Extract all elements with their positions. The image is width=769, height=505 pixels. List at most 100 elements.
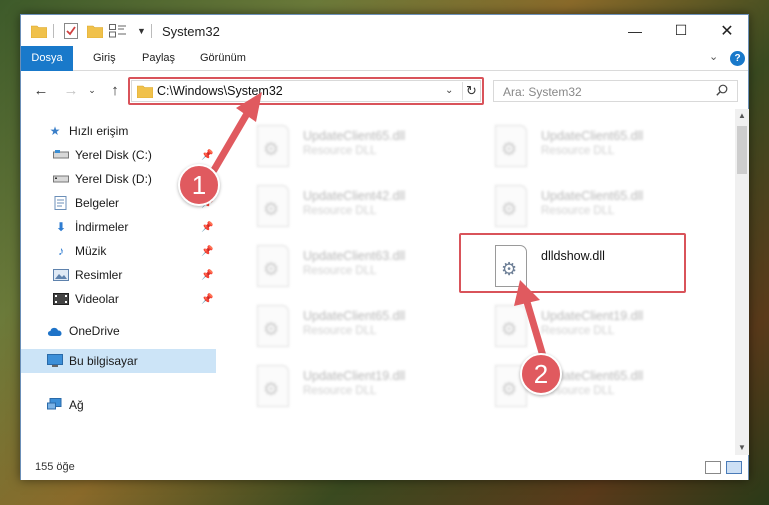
up-arrow-icon[interactable]: ↑ bbox=[105, 80, 125, 100]
item-count: 155 öğe bbox=[35, 461, 75, 473]
dll-file-icon: ⚙ bbox=[495, 305, 527, 347]
chevron-down-icon[interactable]: ⌄ bbox=[445, 85, 453, 96]
file-name: UpdateClient65.dll bbox=[541, 129, 644, 143]
tab-paylas[interactable]: Paylaş bbox=[142, 46, 175, 71]
dll-file-icon: ⚙ bbox=[257, 125, 289, 167]
customize-toolbar-icon[interactable]: ▼ bbox=[137, 23, 146, 39]
sidebar-item-quick-access[interactable]: ★ Hızlı erişim bbox=[21, 119, 216, 143]
search-box[interactable]: Ara: System32 bbox=[493, 80, 738, 102]
file-tile[interactable]: ⚙ UpdateClient65.dll Resource DLL bbox=[251, 299, 481, 355]
details-view-icon[interactable] bbox=[705, 461, 721, 474]
sidebar-item-label: Yerel Disk (C:) bbox=[75, 148, 152, 162]
gear-icon: ⚙ bbox=[501, 139, 518, 159]
file-tile[interactable]: ⚙ UpdateClient42.dll Resource DLL bbox=[251, 179, 481, 235]
file-tile[interactable]: ⚙ UpdateClient65.dll Resource DLL bbox=[489, 119, 719, 175]
file-name: UpdateClient65.dll bbox=[303, 309, 406, 323]
toolbar-separator bbox=[53, 24, 54, 38]
gear-icon: ⚙ bbox=[263, 379, 280, 399]
scroll-down-icon[interactable]: ▼ bbox=[735, 441, 749, 455]
file-name: UpdateClient65.dll bbox=[541, 189, 644, 203]
sidebar-item-onedrive[interactable]: OneDrive bbox=[21, 319, 216, 343]
file-tile[interactable]: ⚙ UpdateClient19.dll Resource DLL bbox=[489, 299, 719, 355]
tab-gorunum[interactable]: Görünüm bbox=[200, 46, 246, 71]
title-bar: ▼ System32 — ☐ ✕ bbox=[21, 15, 748, 46]
file-tile[interactable]: ⚙ UpdateClient65.dll Resource DLL bbox=[489, 179, 719, 235]
tab-dosya[interactable]: Dosya bbox=[21, 46, 73, 71]
search-input[interactable]: Ara: System32 bbox=[503, 85, 582, 99]
view-options-icon[interactable] bbox=[109, 23, 127, 39]
gear-icon: ⚙ bbox=[501, 379, 518, 399]
large-icons-view-icon[interactable] bbox=[726, 461, 742, 474]
file-type: Resource DLL bbox=[303, 265, 377, 277]
gear-icon: ⚙ bbox=[501, 259, 518, 279]
dll-file-icon: ⚙ bbox=[495, 125, 527, 167]
folder-icon[interactable] bbox=[31, 23, 47, 39]
file-name: UpdateClient19.dll bbox=[303, 369, 406, 383]
file-tile-dlldshow[interactable]: ⚙ dlldshow.dll bbox=[489, 239, 719, 295]
sidebar-item-resimler[interactable]: Resimler 📌 bbox=[21, 263, 216, 287]
address-row: ← → ⌄ ↑ C:\Windows\System32 ⌄ ↻ Ara: Sys… bbox=[21, 72, 748, 108]
sidebar-item-label: İndirmeler bbox=[75, 220, 129, 234]
refresh-icon[interactable]: ↻ bbox=[462, 82, 480, 100]
toolbar-separator bbox=[151, 24, 152, 38]
sidebar-item-videolar[interactable]: Videolar 📌 bbox=[21, 287, 216, 311]
videos-icon bbox=[53, 291, 69, 307]
computer-icon bbox=[47, 353, 63, 369]
sidebar-item-muzik[interactable]: ♪ Müzik 📌 bbox=[21, 239, 216, 263]
file-type: Resource DLL bbox=[541, 205, 615, 217]
window-title: System32 bbox=[162, 24, 220, 39]
sidebar-item-indirmeler[interactable]: ⬇ İndirmeler 📌 bbox=[21, 215, 216, 239]
sidebar-item-label: OneDrive bbox=[69, 324, 120, 338]
tab-giris[interactable]: Giriş bbox=[93, 46, 116, 71]
scroll-thumb[interactable] bbox=[737, 126, 747, 174]
vertical-scrollbar[interactable]: ▲ ▼ bbox=[735, 109, 749, 455]
help-icon[interactable]: ? bbox=[730, 51, 745, 66]
file-list: ⚙ UpdateClient65.dll Resource DLL ⚙ Upda… bbox=[229, 109, 735, 455]
sidebar-item-label: Hızlı erişim bbox=[69, 124, 129, 138]
sidebar-item-this-pc[interactable]: Bu bilgisayar bbox=[21, 349, 216, 373]
maximize-button[interactable]: ☐ bbox=[658, 15, 704, 46]
gear-icon: ⚙ bbox=[263, 319, 280, 339]
minimize-button[interactable]: — bbox=[612, 15, 658, 46]
sidebar-item-disk-c[interactable]: Yerel Disk (C:) 📌 bbox=[21, 143, 216, 167]
pin-icon[interactable]: 📌 bbox=[201, 246, 213, 257]
navigation-pane: ★ Hızlı erişim Yerel Disk (C:) 📌 Yerel D… bbox=[21, 109, 221, 455]
back-arrow-icon[interactable]: ← bbox=[31, 80, 51, 100]
file-tile[interactable]: ⚙ UpdateClient63.dll Resource DLL bbox=[251, 239, 481, 295]
music-icon: ♪ bbox=[58, 244, 64, 258]
network-icon bbox=[47, 397, 63, 413]
close-button[interactable]: ✕ bbox=[704, 15, 750, 46]
dll-file-icon: ⚙ bbox=[257, 305, 289, 347]
new-folder-icon[interactable] bbox=[87, 23, 103, 39]
pin-icon[interactable]: 📌 bbox=[201, 150, 213, 161]
dll-file-icon: ⚙ bbox=[495, 185, 527, 227]
file-type: Resource DLL bbox=[541, 145, 615, 157]
file-explorer-window: ▼ System32 — ☐ ✕ Dosya Giriş Paylaş Görü… bbox=[20, 14, 749, 480]
forward-arrow-icon[interactable]: → bbox=[61, 80, 81, 100]
gear-icon: ⚙ bbox=[501, 199, 518, 219]
file-type: Resource DLL bbox=[303, 325, 377, 337]
pin-icon[interactable]: 📌 bbox=[201, 270, 213, 281]
file-type: Resource DLL bbox=[303, 385, 377, 397]
gear-icon: ⚙ bbox=[263, 259, 280, 279]
recent-locations-icon[interactable]: ⌄ bbox=[85, 80, 99, 100]
expand-ribbon-icon[interactable]: ⌄ bbox=[709, 50, 718, 63]
dll-file-icon: ⚙ bbox=[257, 245, 289, 287]
sidebar-item-label: Belgeler bbox=[75, 196, 120, 210]
properties-icon[interactable] bbox=[64, 23, 78, 39]
sidebar-item-network[interactable]: Ağ bbox=[21, 393, 216, 417]
file-tile[interactable]: ⚙ UpdateClient65.dll Resource DLL bbox=[251, 119, 481, 175]
gear-icon: ⚙ bbox=[263, 139, 280, 159]
sidebar-item-label: Yerel Disk (D:) bbox=[75, 172, 152, 186]
pin-icon[interactable]: 📌 bbox=[201, 222, 213, 233]
documents-icon bbox=[53, 195, 69, 211]
file-type: Resource DLL bbox=[541, 325, 615, 337]
file-tile[interactable]: ⚙ UpdateClient19.dll Resource DLL bbox=[251, 359, 481, 415]
pin-icon[interactable]: 📌 bbox=[201, 294, 213, 305]
scroll-up-icon[interactable]: ▲ bbox=[735, 109, 749, 123]
file-name: UpdateClient42.dll bbox=[303, 189, 406, 203]
address-bar[interactable]: C:\Windows\System32 ⌄ ↻ bbox=[131, 80, 481, 102]
sidebar-item-label: Resimler bbox=[75, 268, 123, 282]
file-name: UpdateClient19.dll bbox=[541, 309, 644, 323]
search-icon[interactable] bbox=[716, 84, 728, 99]
